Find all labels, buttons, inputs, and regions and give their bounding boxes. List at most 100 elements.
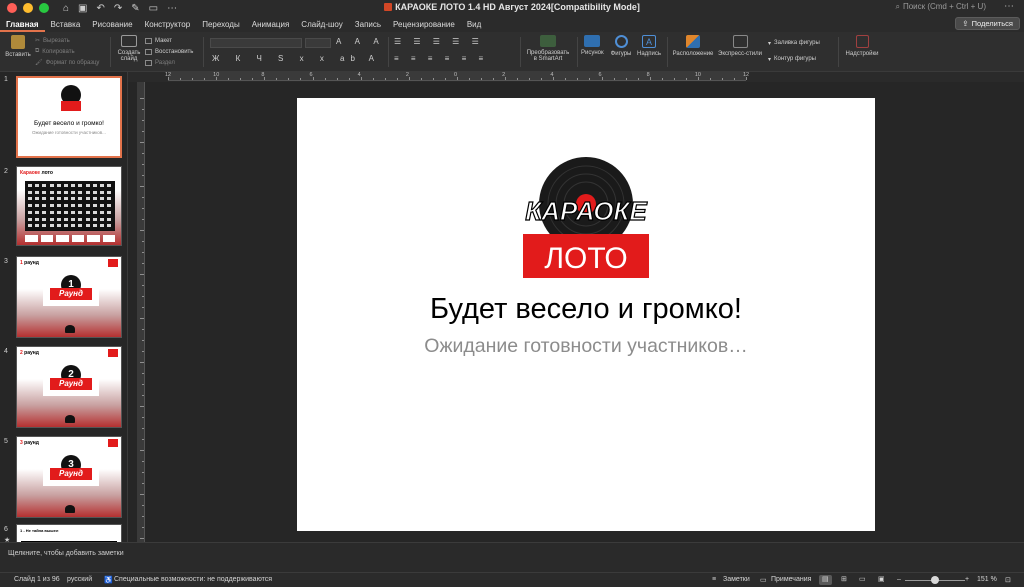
textbox-button[interactable]: A Надпись	[637, 35, 661, 57]
ruler-tick	[733, 78, 735, 80]
reset-button[interactable]: Восстановить	[145, 46, 193, 57]
fit-slide-icon[interactable]: ⊡	[1005, 576, 1011, 584]
grid-cell	[49, 204, 54, 208]
grid-cell	[56, 224, 61, 228]
tab-9[interactable]: Вид	[461, 20, 487, 32]
arrange-button[interactable]: Расположение	[672, 35, 714, 57]
current-slide[interactable]: КАРАОКЕ ЛОТО Будет весело и громко! Ожид…	[297, 98, 875, 531]
zoom-window-button[interactable]	[39, 3, 49, 13]
slide-subtitle[interactable]: Ожидание готовности участников…	[297, 335, 875, 358]
font-size-buttons[interactable]: A A A	[336, 37, 385, 46]
save-icon[interactable]: ▣	[78, 3, 87, 14]
home-icon[interactable]: ⌂	[63, 3, 69, 14]
font-style-buttons[interactable]: Ж К Ч S x x	[212, 54, 331, 63]
zoom-out-button[interactable]: –	[897, 576, 901, 583]
titlebar-more-icon[interactable]: ⋯	[1004, 1, 1014, 12]
grid-cell	[42, 210, 47, 214]
tab-5[interactable]: Анимация	[246, 20, 296, 32]
minimize-window-button[interactable]	[23, 3, 33, 13]
accessibility-status[interactable]: Специальные возможности: не поддерживают…	[114, 576, 272, 583]
slide-thumbnail-4[interactable]: 2 раунд 2 Раунд	[16, 346, 122, 428]
font-size-box[interactable]	[305, 38, 331, 48]
ruler-tick	[649, 77, 651, 80]
shapes-button[interactable]: Фигуры	[608, 35, 634, 57]
grid-cell	[100, 190, 104, 194]
paragraph-align-buttons[interactable]: ≡ ≡ ≡ ≡ ≡ ≡	[394, 54, 488, 63]
reading-view-button[interactable]: ▭	[856, 575, 869, 585]
grid-cell	[49, 184, 54, 187]
slide-thumbnail-5[interactable]: 3 раунд 3 Раунд	[16, 436, 122, 518]
convert-smartart-button[interactable]: Преобразовать в SmartArt	[524, 35, 572, 62]
redo-icon[interactable]: ↷	[114, 3, 122, 14]
ruler-tick	[142, 120, 144, 121]
zoom-in-button[interactable]: +	[965, 576, 969, 583]
layout-button[interactable]: Макет	[145, 35, 193, 46]
search-box[interactable]: ⌕ Поиск (Cmd + Ctrl + U)	[895, 2, 986, 12]
grid-cell	[42, 190, 47, 194]
slide-thumbnail-3[interactable]: 1 раунд 1 Раунд	[16, 256, 122, 338]
ruler-tick	[192, 78, 194, 80]
font-name-box[interactable]	[210, 38, 302, 48]
format-painter-button[interactable]: 🖌 Формат по образцу	[35, 57, 99, 68]
tab-7[interactable]: Запись	[349, 20, 387, 32]
ruler-number: 0	[454, 72, 458, 78]
slide-thumbnail-1[interactable]: Будет весело и громко! Ожидание готовнос…	[16, 76, 122, 158]
tab-6[interactable]: Слайд-шоу	[295, 20, 348, 32]
notes-button[interactable]: Заметки	[723, 576, 750, 583]
tab-3[interactable]: Конструктор	[139, 20, 197, 32]
addins-button[interactable]: Надстройки	[842, 35, 882, 57]
slide-thumbnail-pane[interactable]: 1 Будет весело и громко! Ожидание готовн…	[0, 72, 128, 542]
present-icon[interactable]: ▭	[149, 3, 158, 14]
slide-title[interactable]: Будет весело и громко!	[297, 293, 875, 326]
new-slide-button[interactable]: Создать слайд	[116, 35, 142, 62]
paragraph-list-buttons[interactable]: ☰ ☰ ☰ ☰ ☰	[394, 37, 484, 46]
comments-button[interactable]: Примечания	[771, 576, 811, 583]
copy-button[interactable]: ⧉ Копировать	[35, 46, 99, 57]
ruler-tick	[142, 340, 144, 341]
grid-cell	[92, 224, 97, 228]
grid-cell	[56, 204, 61, 208]
slideshow-button[interactable]: ▣	[875, 575, 888, 585]
shape-outline-button[interactable]: ▾ Контур фигуры	[768, 51, 820, 67]
slide-sorter-button[interactable]: ⊞	[838, 575, 851, 585]
more-icon[interactable]: ⋯	[167, 3, 177, 14]
edit-icon[interactable]: ✎	[131, 3, 139, 14]
font-color-buttons[interactable]: ab A	[340, 54, 380, 63]
cut-button[interactable]: ✂ Вырезать	[35, 35, 99, 46]
ruler-tick	[140, 142, 144, 143]
zoom-level[interactable]: 151 %	[977, 576, 997, 583]
ruler-tick	[142, 263, 144, 264]
ribbon-divider	[838, 37, 839, 67]
tab-1[interactable]: Вставка	[45, 20, 87, 32]
paste-button[interactable]: Вставить	[5, 35, 31, 58]
close-window-button[interactable]	[7, 3, 17, 13]
slide-thumbnail-6[interactable]: 1 - Не тайна вышел	[16, 524, 122, 542]
section-button[interactable]: Раздел	[145, 57, 193, 68]
ruler-tick	[142, 472, 144, 473]
zoom-slider-handle[interactable]	[931, 576, 939, 584]
ruler-tick	[553, 77, 555, 80]
shape-fill-button[interactable]: ▾ Заливка фигуры	[768, 35, 820, 51]
slide-thumbnail-2[interactable]: Караоке лото	[16, 166, 122, 246]
grid-cell	[107, 184, 112, 187]
undo-icon[interactable]: ↶	[97, 3, 105, 14]
share-icon: ⇪	[962, 19, 969, 28]
ribbon-divider	[667, 37, 668, 67]
tab-4[interactable]: Переходы	[196, 20, 246, 32]
grid-cell	[64, 190, 68, 194]
notes-pane[interactable]: Щелкните, чтобы добавить заметки	[0, 542, 1024, 572]
outline-pen-icon: ▾	[768, 56, 772, 63]
tab-0[interactable]: Главная	[0, 20, 45, 32]
tab-2[interactable]: Рисование	[86, 20, 138, 32]
thumbnail-title-black: раунд	[22, 440, 39, 446]
ruler-tick	[142, 439, 144, 440]
ruler-tick	[142, 417, 144, 418]
normal-view-button[interactable]: ▤	[819, 575, 832, 585]
copy-label: Копировать	[42, 48, 75, 55]
language-indicator[interactable]: русский	[67, 576, 92, 583]
share-button[interactable]: ⇪ Поделиться	[955, 17, 1020, 30]
tab-8[interactable]: Рецензирование	[387, 20, 461, 32]
ruler-tick	[432, 78, 434, 80]
quick-styles-button[interactable]: Экспресс-стили	[716, 35, 764, 57]
picture-button[interactable]: Рисунок	[581, 35, 604, 56]
